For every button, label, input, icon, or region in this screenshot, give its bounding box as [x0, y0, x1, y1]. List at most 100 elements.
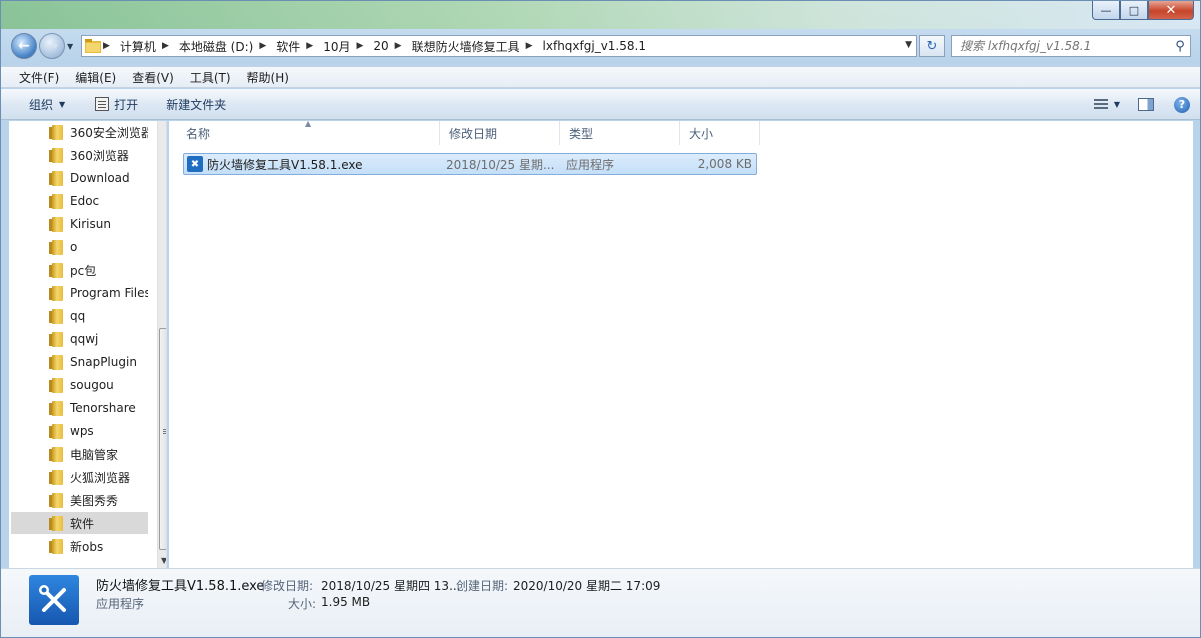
folder-icon: [49, 493, 63, 508]
grip-icon: [163, 429, 166, 435]
file-name-cell: ✖ 防火墙修复工具V1.58.1.exe: [184, 154, 441, 174]
tree-item[interactable]: 新obs: [11, 535, 148, 557]
file-date: 2018/10/25 星期...: [446, 157, 555, 172]
folder-icon: [49, 148, 63, 163]
open-button[interactable]: 打开: [85, 89, 148, 119]
crumb-separator[interactable]: ▶: [304, 41, 319, 51]
minimize-button[interactable]: —: [1092, 1, 1120, 20]
folder-icon: [49, 424, 63, 439]
crumb-20[interactable]: 20: [369, 36, 392, 56]
folder-icon: [49, 217, 63, 232]
tree-item[interactable]: o: [11, 236, 148, 258]
view-dropdown[interactable]: ▼: [1114, 100, 1120, 109]
tree-item[interactable]: 电脑管家: [11, 443, 148, 465]
search-box[interactable]: ⚲: [951, 35, 1191, 57]
new-folder-button[interactable]: 新建文件夹: [156, 89, 236, 119]
nav-scrollbar[interactable]: ▼: [157, 121, 166, 568]
crumb-separator[interactable]: ▶: [393, 41, 408, 51]
details-pane: 防火墙修复工具V1.58.1.exe 应用程序 修改日期: 2018/10/25…: [1, 568, 1200, 637]
crumb-separator[interactable]: ▶: [524, 41, 539, 51]
folder-icon: [49, 378, 63, 393]
crumb-separator[interactable]: ▶: [101, 41, 116, 51]
folder-icon: [49, 355, 63, 370]
tree-item[interactable]: SnapPlugin: [11, 351, 148, 373]
column-header-size[interactable]: 大小: [680, 121, 760, 145]
back-button[interactable]: ←: [11, 33, 37, 59]
refresh-button[interactable]: ↻: [919, 35, 945, 57]
tree-item[interactable]: 美图秀秀: [11, 489, 148, 511]
tree-item-label: o: [70, 240, 78, 254]
tree-item[interactable]: Edoc: [11, 190, 148, 212]
maximize-button[interactable]: □: [1120, 1, 1148, 20]
tree-item[interactable]: 360浏览器: [11, 144, 148, 166]
open-label: 打开: [114, 97, 139, 112]
folder-icon: [49, 125, 63, 140]
tree-item-label: Program Files: [70, 286, 148, 300]
search-input[interactable]: [952, 39, 1170, 53]
column-header-type[interactable]: 类型: [560, 121, 680, 145]
menu-tools[interactable]: 工具(T): [182, 67, 239, 87]
crumb-october[interactable]: 10月: [319, 36, 354, 56]
tree-item[interactable]: Kirisun: [11, 213, 148, 235]
close-button[interactable]: ✕: [1148, 1, 1194, 20]
crumb-separator[interactable]: ▶: [257, 41, 272, 51]
preview-pane-icon[interactable]: [1138, 98, 1154, 111]
address-bar[interactable]: ▶ 计算机 ▶ 本地磁盘 (D:) ▶ 软件 ▶ 10月 ▶ 20 ▶ 联想防火…: [81, 35, 917, 57]
menu-file[interactable]: 文件(F): [11, 67, 67, 87]
crumb-separator[interactable]: ▶: [354, 41, 369, 51]
crumb-firewall-tool[interactable]: 联想防火墙修复工具: [408, 36, 524, 56]
tree-item[interactable]: Download: [11, 167, 148, 189]
tree-item[interactable]: wps: [11, 420, 148, 442]
chevron-down-icon: ▼: [59, 99, 66, 109]
tree-item[interactable]: Tenorshare: [11, 397, 148, 419]
crumb-software[interactable]: 软件: [272, 36, 304, 56]
view-icon[interactable]: [1093, 98, 1108, 111]
tree-item-label: pc包: [70, 263, 97, 278]
crumb-drive[interactable]: 本地磁盘 (D:): [175, 36, 257, 56]
tree-item-label: sougou: [70, 378, 114, 392]
organize-button[interactable]: 组织 ▼: [19, 89, 75, 119]
forward-button[interactable]: →: [39, 33, 65, 59]
nav-scrollbar-thumb[interactable]: [159, 328, 166, 550]
crumb-computer[interactable]: 计算机: [116, 36, 160, 56]
menu-help[interactable]: 帮助(H): [239, 67, 297, 87]
file-type: 应用程序: [566, 157, 615, 172]
help-icon[interactable]: ?: [1174, 96, 1190, 113]
arrow-right-icon: →: [46, 38, 58, 54]
file-size: 2,008 KB: [697, 157, 752, 171]
column-header-date[interactable]: 修改日期: [440, 121, 560, 145]
tree-item-label: qqwj: [70, 332, 99, 346]
tree-item[interactable]: qq: [11, 305, 148, 327]
file-row[interactable]: ✖ 防火墙修复工具V1.58.1.exe 2018/10/25 星期... 应用…: [183, 153, 757, 175]
tree-item-label: 新obs: [70, 539, 104, 554]
tree-item-label: 火狐浏览器: [70, 470, 131, 485]
tree-item-label: 电脑管家: [70, 447, 119, 462]
wrench-screwdriver-icon: [39, 585, 66, 612]
search-icon[interactable]: ⚲: [1170, 39, 1190, 54]
tree-item-label: SnapPlugin: [70, 355, 137, 369]
column-header-name[interactable]: 名称: [177, 121, 440, 145]
details-size-label: 大小:: [288, 597, 317, 611]
details-kind: 应用程序: [96, 597, 145, 611]
folder-icon: [49, 309, 63, 324]
recent-pages-dropdown[interactable]: ▼: [67, 42, 73, 51]
details-modified-label: 修改日期:: [261, 579, 314, 593]
tree-item[interactable]: sougou: [11, 374, 148, 396]
scroll-down-icon[interactable]: ▼: [161, 556, 166, 565]
tree-item-label: qq: [70, 309, 86, 323]
tree-item[interactable]: 软件: [11, 512, 148, 534]
tree-item[interactable]: pc包: [11, 259, 148, 281]
open-icon: [95, 97, 110, 111]
tree-item[interactable]: 火狐浏览器: [11, 466, 148, 488]
tree-item[interactable]: qqwj: [11, 328, 148, 350]
tree-item[interactable]: Program Files: [11, 282, 148, 304]
tree-item[interactable]: 360安全浏览器: [11, 121, 148, 143]
menu-view[interactable]: 查看(V): [124, 67, 182, 87]
crumb-separator[interactable]: ▶: [160, 41, 175, 51]
menu-edit[interactable]: 编辑(E): [67, 67, 124, 87]
folder-icon: [49, 401, 63, 416]
title-bar: [1, 1, 1200, 29]
crumb-current-folder[interactable]: lxfhqxfgj_v1.58.1: [539, 36, 650, 56]
folder-icon: [49, 516, 63, 531]
address-dropdown[interactable]: ▼: [905, 40, 912, 50]
